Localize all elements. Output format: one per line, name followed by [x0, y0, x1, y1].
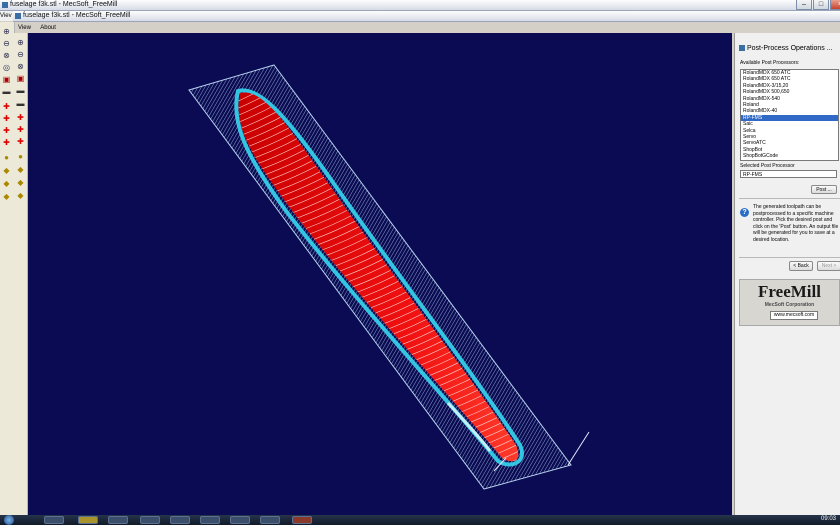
menu-bar: View About	[16, 23, 718, 33]
taskbar-app-7[interactable]	[230, 516, 250, 524]
zoom-out-icon-2[interactable]: ⊖	[16, 50, 25, 59]
view-side-icon[interactable]: ▬	[16, 99, 25, 108]
app-icon-inner	[15, 13, 21, 19]
taskbar-app-6[interactable]	[200, 516, 220, 524]
fuselage-part	[238, 92, 519, 462]
toolpath-render	[188, 64, 590, 490]
divider-2	[739, 257, 840, 258]
zoom-out-icon[interactable]: ⊖	[2, 39, 11, 48]
selected-post-field[interactable]: RP-FMS	[740, 170, 837, 178]
inner-title-bar: fuselage f3k.stl - MecSoft_FreeMill	[13, 11, 840, 22]
rotate-right-icon[interactable]: ✚	[16, 137, 25, 146]
pan-left-icon[interactable]: ✚	[2, 114, 11, 123]
taskbar-app-8[interactable]	[260, 516, 280, 524]
taskbar-app-9[interactable]	[292, 516, 312, 524]
pan-right-icon[interactable]: ✚	[2, 126, 11, 135]
rotate-up-icon[interactable]: ✚	[16, 113, 25, 122]
available-label: Available Post Processors:	[740, 60, 800, 66]
post-processor-item[interactable]: ShopBotGCode	[741, 153, 838, 159]
view-top-icon-2[interactable]: ▣	[16, 74, 25, 83]
maximize-button[interactable]: □	[813, 0, 829, 10]
post-processor-list[interactable]: RolandMDX 650 ATC RolandMDX 650 ATC Roland…	[740, 69, 839, 161]
menu-view[interactable]: View	[18, 25, 31, 31]
taskbar-app-1[interactable]	[44, 516, 64, 524]
selected-label: Selected Post Processor	[740, 163, 795, 169]
render-icon-4[interactable]: ◆	[16, 191, 25, 200]
toolpath-icon[interactable]: ◆	[2, 192, 11, 201]
brand-link[interactable]: www.mecsoft.com	[770, 311, 818, 320]
app-icon	[2, 2, 8, 8]
next-button[interactable]: Next >	[817, 261, 840, 271]
pan-down-icon[interactable]: ✚	[2, 138, 11, 147]
zoom-in-icon[interactable]: ⊕	[2, 27, 11, 36]
brand-subtitle: MecSoft Corporation	[764, 302, 815, 308]
stock-icon[interactable]: ◆	[2, 179, 11, 188]
taskbar-app-5[interactable]	[170, 516, 190, 524]
minimize-button[interactable]: –	[796, 0, 812, 10]
rotate-left-icon[interactable]: ✚	[16, 125, 25, 134]
graphics-viewport[interactable]	[28, 33, 732, 515]
post-process-panel: Post-Process Operations ... Available Po…	[734, 33, 840, 515]
post-button[interactable]: Post ...	[811, 185, 837, 194]
start-button[interactable]	[4, 515, 14, 525]
brand-box: FreeMill MecSoft Corporation www.mecsoft…	[739, 279, 840, 326]
taskbar-app-4[interactable]	[140, 516, 160, 524]
menu-about[interactable]: About	[40, 25, 56, 31]
shade-icon[interactable]: ●	[2, 153, 11, 162]
zoom-window-icon-2[interactable]: ⊗	[16, 62, 25, 71]
help-icon: ?	[740, 208, 749, 217]
panel-icon	[739, 45, 745, 52]
tool-lead-line	[567, 431, 590, 466]
pan-up-icon[interactable]: ✚	[2, 102, 11, 111]
outer-title-bar: fuselage f3k.stl - MecSoft_FreeMill – □ …	[0, 0, 840, 11]
close-button[interactable]: ×	[830, 0, 840, 10]
brand-title: FreeMill	[758, 282, 821, 301]
outer-window-title: fuselage f3k.stl - MecSoft_FreeMill	[10, 1, 118, 8]
clock: 09:03	[820, 516, 836, 522]
taskbar-app-2[interactable]	[78, 516, 98, 524]
view-front-icon-2[interactable]: ▬	[16, 86, 25, 95]
help-text: The generated toolpath can be postproces…	[753, 204, 839, 243]
divider	[739, 198, 840, 199]
wireframe-icon[interactable]: ◆	[2, 166, 11, 175]
zoom-window-icon[interactable]: ⊗	[2, 51, 11, 60]
back-button[interactable]: < Back	[789, 261, 813, 271]
left-strip-label[interactable]: Viev	[0, 11, 14, 21]
render-icon[interactable]: ●	[16, 152, 25, 161]
outer-window-controls: – □ ×	[795, 0, 840, 10]
taskbar: 09:03	[0, 515, 840, 525]
inner-window-title: fuselage f3k.stl - MecSoft_FreeMill	[23, 12, 131, 19]
panel-title: Post-Process Operations ...	[739, 45, 833, 52]
view-front-icon[interactable]: ▬	[2, 87, 11, 96]
zoom-extents-icon[interactable]: ◎	[2, 63, 11, 72]
taskbar-app-3[interactable]	[108, 516, 128, 524]
render-icon-2[interactable]: ◆	[16, 165, 25, 174]
zoom-in-icon-2[interactable]: ⊕	[16, 38, 25, 47]
render-icon-3[interactable]: ◆	[16, 178, 25, 187]
view-top-icon[interactable]: ▣	[2, 75, 11, 84]
